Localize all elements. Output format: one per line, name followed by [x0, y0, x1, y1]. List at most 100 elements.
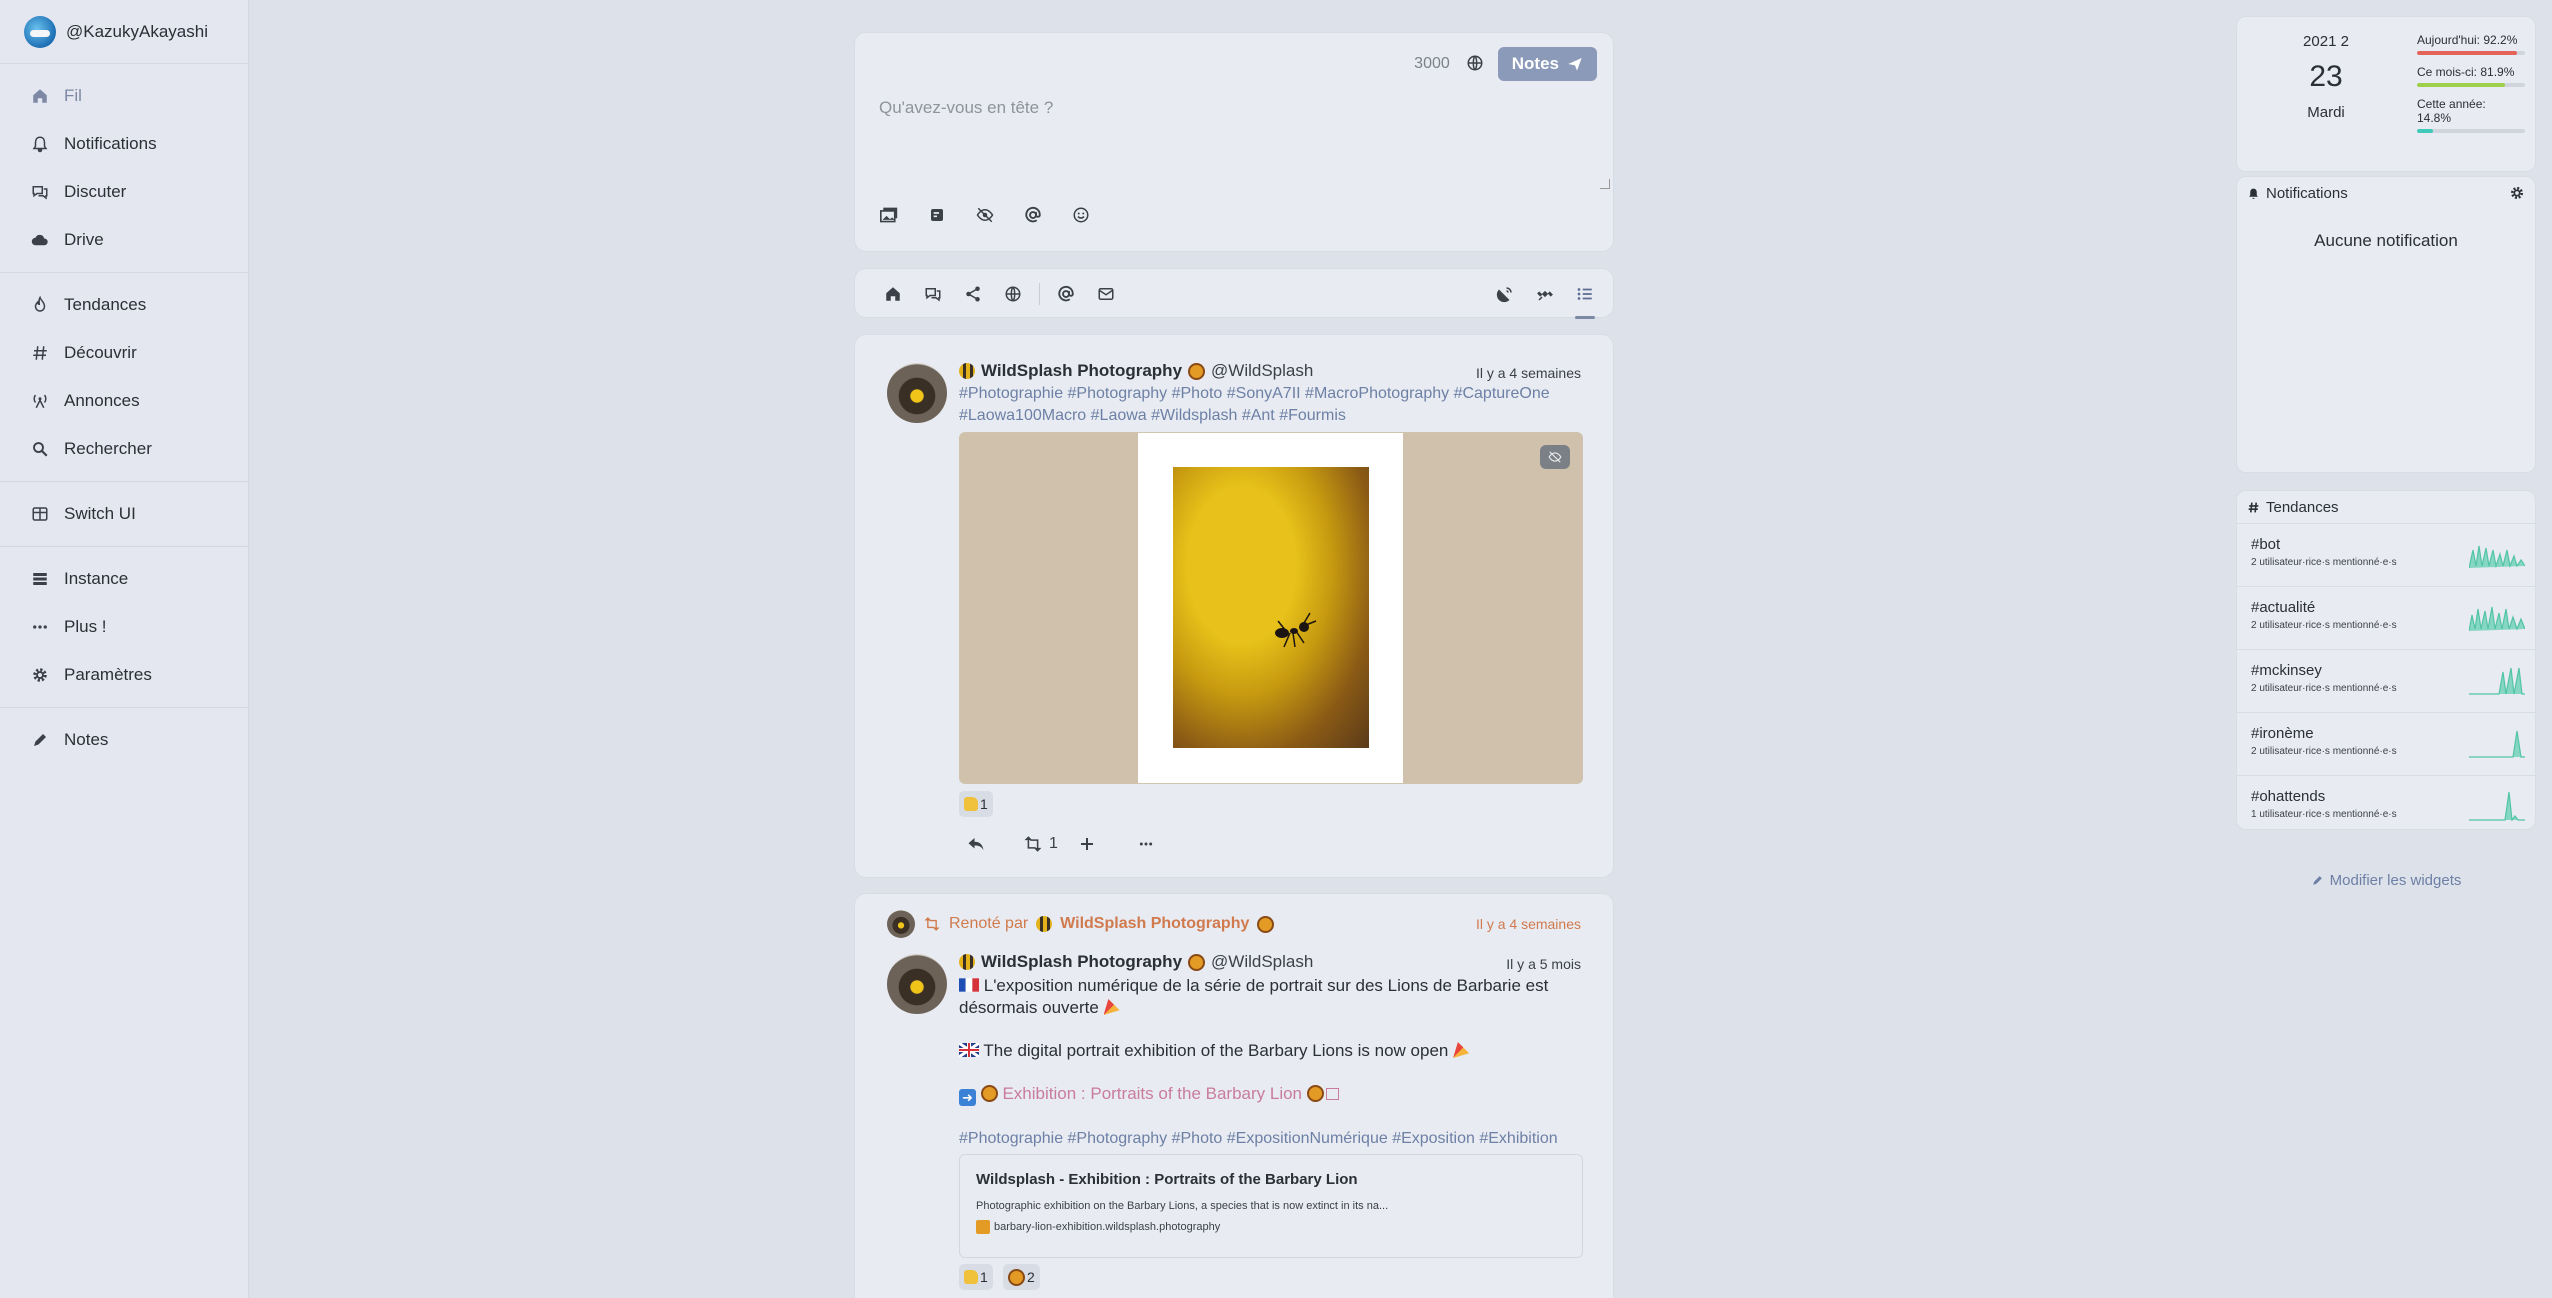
calendar-date: 2021 2 23 Mardi — [2237, 33, 2415, 121]
renote-time[interactable]: Il y a 4 semaines — [1476, 916, 1581, 932]
post-hashtags[interactable]: #Photographie #Photography #Photo #Expos… — [959, 1128, 1579, 1150]
renote-button[interactable]: 1 — [1023, 829, 1079, 859]
sidebar-item-label: Instance — [64, 569, 129, 588]
post-time[interactable]: Il y a 5 mois — [1506, 956, 1581, 972]
react-button[interactable] — [1079, 829, 1137, 859]
sidebar-item-notifications[interactable]: Notifications — [0, 120, 248, 168]
bee-emoji-icon — [959, 954, 975, 970]
composer-input[interactable]: Qu'avez-vous en tête ? — [879, 98, 1053, 118]
trend-item[interactable]: #ohattends 1 utilisateur·rice·s mentionn… — [2237, 775, 2535, 829]
author-name[interactable]: WildSplash Photography — [981, 361, 1182, 381]
sidebar-item-instance[interactable]: Instance — [0, 555, 248, 603]
post-avatar[interactable] — [887, 363, 947, 423]
post-text-line: L'exposition numérique de la série de po… — [959, 975, 1579, 997]
trend-item[interactable]: #ironème 2 utilisateur·rice·s mentionné·… — [2237, 712, 2535, 775]
sidebar-item-annonces[interactable]: Annonces — [0, 377, 248, 425]
post-header: WildSplash Photography @WildSplash — [959, 952, 1313, 972]
sidebar-item-label: Switch UI — [64, 504, 136, 523]
reaction-badge[interactable]: 1 — [959, 1264, 993, 1290]
renoter-name[interactable]: WildSplash Photography — [1060, 915, 1249, 933]
post-image[interactable] — [959, 432, 1583, 784]
bee-emoji-icon — [1036, 916, 1053, 932]
sidebar-item-drive[interactable]: Drive — [0, 216, 248, 264]
tab-social-share-icon[interactable] — [953, 269, 993, 319]
calendar-progress: Aujourd'hui: 92.2% Ce mois-ci: 81.9% Cet… — [2417, 33, 2525, 143]
progress-year: Cette année: 14.8% — [2417, 97, 2525, 133]
lion-emoji-icon — [1008, 1268, 1025, 1286]
sidebar-item-label: Découvrir — [64, 343, 137, 362]
post-time[interactable]: Il y a 4 semaines — [1476, 365, 1581, 381]
send-icon — [1567, 56, 1583, 72]
preview-url-text: barbary-lion-exhibition.wildsplash.photo… — [994, 1221, 1221, 1233]
tab-list-icon[interactable] — [1565, 269, 1605, 319]
renote-count: 1 — [1049, 835, 1058, 852]
author-handle[interactable]: @WildSplash — [1211, 952, 1313, 972]
sidebar-item-notes[interactable]: Notes — [0, 716, 248, 764]
picture-emoji-icon — [1325, 1088, 1339, 1100]
hide-media-button[interactable] — [1540, 445, 1570, 469]
sidebar-item-plus[interactable]: Plus ! — [0, 603, 248, 651]
calendar-widget: 2021 2 23 Mardi Aujourd'hui: 92.2% Ce mo… — [2236, 16, 2536, 172]
poll-icon[interactable] — [927, 205, 947, 225]
resize-handle[interactable] — [1600, 179, 1610, 189]
trend-sparkline — [2469, 667, 2525, 695]
tab-local-chat-icon[interactable] — [913, 269, 953, 319]
sidebar-item-decouvrir[interactable]: Découvrir — [0, 329, 248, 377]
hashtags-line[interactable]: #Photographie #Photography #Photo #SonyA… — [959, 383, 1550, 405]
trend-item[interactable]: #mckinsey 2 utilisateur·rice·s mentionné… — [2237, 649, 2535, 712]
submit-note-button[interactable]: Notes — [1497, 47, 1597, 81]
sidebar-item-rechercher[interactable]: Rechercher — [0, 425, 248, 473]
tab-home-icon[interactable] — [873, 269, 913, 319]
composer-header: 3000 Notes — [1414, 47, 1597, 81]
retweet-icon — [1023, 836, 1043, 852]
post-avatar[interactable] — [887, 954, 947, 1014]
lion-emoji-icon — [1188, 953, 1206, 971]
renoter-avatar[interactable] — [887, 910, 915, 938]
cog-icon — [30, 665, 50, 685]
columns-icon — [30, 504, 50, 524]
sidebar-item-switch-ui[interactable]: Switch UI — [0, 490, 248, 538]
more-button[interactable] — [1137, 829, 1193, 859]
progress-month: Ce mois-ci: 81.9% — [2417, 65, 2525, 87]
tab-direct-envelope-icon[interactable] — [1086, 269, 1126, 319]
bell-icon — [30, 134, 50, 154]
smile-icon[interactable] — [1071, 205, 1091, 225]
tab-mentions-icon[interactable] — [1046, 269, 1086, 319]
sidebar-item-parametres[interactable]: Paramètres — [0, 651, 248, 699]
eye-slash-icon[interactable] — [975, 205, 995, 225]
trend-item[interactable]: #bot 2 utilisateur·rice·s mentionné·e·s — [2237, 523, 2535, 586]
exhibition-link[interactable]: Exhibition : Portraits of the Barbary Li… — [1002, 1084, 1302, 1103]
tab-global-globe-icon[interactable] — [993, 269, 1033, 319]
plus-icon — [1079, 836, 1095, 852]
account-switcher[interactable]: @KazukyAkayashi — [0, 0, 248, 64]
tab-antenna-satellite-icon[interactable] — [1485, 269, 1525, 319]
progress-label: Ce mois-ci: — [2417, 65, 2478, 79]
sidebar-item-fil[interactable]: Fil — [0, 72, 248, 120]
tab-channel-satellite-icon[interactable] — [1525, 269, 1565, 319]
globe-icon[interactable] — [1466, 54, 1486, 74]
link-preview[interactable]: Wildsplash - Exhibition : Portraits of t… — [959, 1154, 1583, 1258]
reaction-badge[interactable]: 1 — [959, 791, 993, 817]
lion-emoji-icon — [1257, 915, 1275, 933]
trend-item[interactable]: #actualité 2 utilisateur·rice·s mentionn… — [2237, 586, 2535, 649]
thumbs-up-emoji-icon — [964, 1270, 978, 1284]
trend-sparkline — [2469, 730, 2525, 758]
mention-icon[interactable] — [1023, 205, 1043, 225]
notifications-widget: Notifications Aucune notification — [2236, 176, 2536, 473]
edit-widgets-link[interactable]: Modifier les widgets — [2236, 872, 2536, 889]
author-handle[interactable]: @WildSplash — [1211, 361, 1313, 381]
sidebar-item-tendances[interactable]: Tendances — [0, 281, 248, 329]
sidebar-item-discuter[interactable]: Discuter — [0, 168, 248, 216]
reaction-badge[interactable]: 2 — [1003, 1264, 1040, 1290]
post-text-fr: L'exposition numérique de la série de po… — [983, 976, 1549, 995]
reaction-count: 2 — [1027, 1269, 1035, 1285]
author-name[interactable]: WildSplash Photography — [981, 952, 1182, 972]
progress-value: 14.8% — [2417, 111, 2452, 125]
image-icon[interactable] — [879, 205, 899, 225]
gear-icon[interactable] — [2509, 185, 2525, 201]
party-emoji-icon — [1103, 999, 1120, 1015]
hashtags-line[interactable]: #Laowa100Macro #Laowa #Wildsplash #Ant #… — [959, 405, 1550, 427]
reply-button[interactable] — [967, 829, 1023, 859]
progress-bar — [2417, 51, 2525, 55]
home-icon — [30, 86, 50, 106]
